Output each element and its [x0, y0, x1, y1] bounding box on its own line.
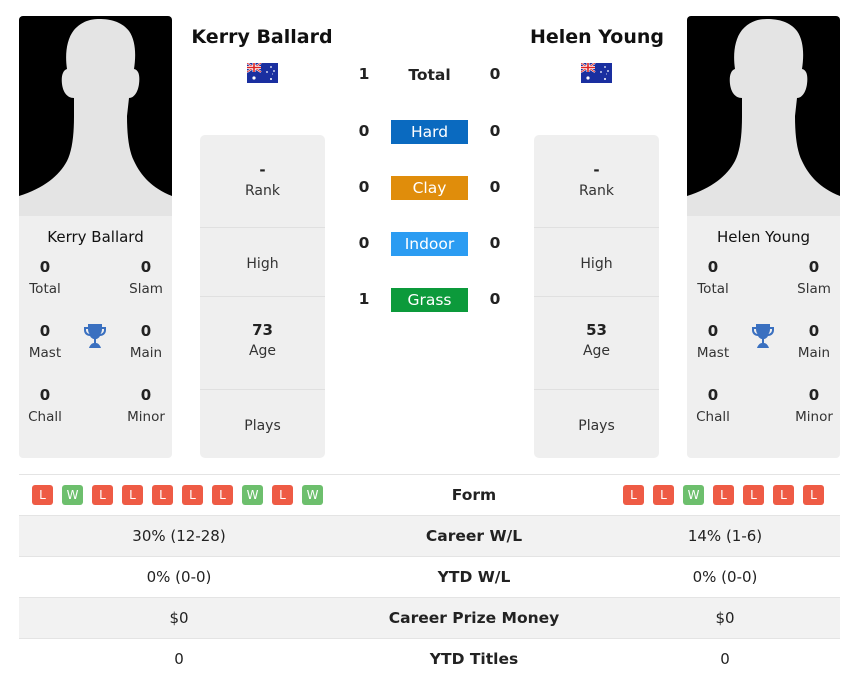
titles-minor: 0 Minor: [127, 386, 165, 425]
h2h-p2-value: 0: [489, 178, 501, 196]
high-row: High: [200, 228, 325, 297]
australia-flag-icon: [247, 63, 278, 83]
form-loss-badge[interactable]: L: [32, 485, 53, 505]
career-wl-row: 30% (12-28) Career W/L 14% (1-6): [19, 515, 840, 556]
plays-row: Plays: [244, 418, 281, 434]
player2-photo: [687, 16, 840, 216]
age-row: 73 Age: [200, 297, 325, 390]
player2-info-panel: - Rank High 53 Age Plays: [534, 135, 659, 458]
form-loss-badge[interactable]: L: [212, 485, 233, 505]
australia-flag-icon: [581, 63, 612, 83]
h2h-p1-value: 0: [358, 122, 370, 140]
high-row: High: [534, 228, 659, 297]
form-loss-badge[interactable]: L: [803, 485, 824, 505]
trophy-icon: [752, 324, 774, 348]
rank-row: - Rank: [534, 135, 659, 228]
titles-main: 0 Main: [129, 322, 163, 361]
form-loss-badge[interactable]: L: [743, 485, 764, 505]
form-loss-badge[interactable]: L: [773, 485, 794, 505]
form-loss-badge[interactable]: L: [92, 485, 113, 505]
form-row: LWLLLLLWLW Form LLWLLLL: [19, 474, 840, 515]
titles-minor: 0 Minor: [795, 386, 833, 425]
player2-name-heading[interactable]: Helen Young: [502, 26, 692, 48]
h2h-indoor-row: 0 Indoor 0: [340, 232, 520, 256]
h2h-p1-value: 1: [358, 65, 370, 83]
player1-info-panel: - Rank High 73 Age Plays: [200, 135, 325, 458]
plays-row: Plays: [578, 418, 615, 434]
form-loss-badge[interactable]: L: [713, 485, 734, 505]
player2-career-wl: 14% (1-6): [687, 527, 763, 545]
trophy-icon: [84, 324, 106, 348]
titles-mast: 0 Mast: [696, 322, 730, 361]
h2h-total-row: 1 Total 0: [340, 63, 520, 87]
surface-badge-hard[interactable]: Hard: [391, 120, 468, 144]
titles-slam: 0 Slam: [797, 258, 831, 297]
h2h-p2-value: 0: [489, 65, 501, 83]
rank-row: - Rank: [200, 135, 325, 228]
form-win-badge[interactable]: W: [62, 485, 83, 505]
age-row: 53 Age: [534, 297, 659, 390]
h2h-p1-value: 1: [358, 290, 370, 308]
player2-form: LLWLLLL: [623, 485, 824, 505]
form-loss-badge[interactable]: L: [122, 485, 143, 505]
player-silhouette-icon: [19, 19, 172, 216]
form-loss-badge[interactable]: L: [653, 485, 674, 505]
h2h-grass-row: 1 Grass 0: [340, 288, 520, 312]
titles-main: 0 Main: [797, 322, 831, 361]
player-silhouette-icon: [687, 19, 840, 216]
player2-card: Helen Young 0 Total 0 Slam 0 Mast 0 Main…: [687, 16, 840, 458]
form-win-badge[interactable]: W: [302, 485, 323, 505]
h2h-p2-value: 0: [489, 290, 501, 308]
form-win-badge[interactable]: W: [683, 485, 704, 505]
h2h-clay-row: 0 Clay 0: [340, 176, 520, 200]
form-loss-badge[interactable]: L: [152, 485, 173, 505]
player2-card-name[interactable]: Helen Young: [687, 228, 840, 250]
player1-card-name[interactable]: Kerry Ballard: [19, 228, 172, 250]
form-loss-badge[interactable]: L: [623, 485, 644, 505]
h2h-p2-value: 0: [489, 234, 501, 252]
h2h-p2-value: 0: [489, 122, 501, 140]
h2h-p1-value: 0: [358, 234, 370, 252]
titles-chall: 0 Chall: [696, 386, 730, 425]
career-prize-row: $0 Career Prize Money $0: [19, 597, 840, 638]
surface-badge-indoor[interactable]: Indoor: [391, 232, 468, 256]
h2h-hard-row: 0 Hard 0: [340, 120, 520, 144]
ytd-wl-row: 0% (0-0) YTD W/L 0% (0-0): [19, 556, 840, 597]
titles-chall: 0 Chall: [28, 386, 62, 425]
player1-career-wl: 30% (12-28): [132, 527, 226, 545]
form-label: Form: [451, 486, 497, 504]
form-loss-badge[interactable]: L: [272, 485, 293, 505]
titles-slam: 0 Slam: [129, 258, 163, 297]
comparison-table: LWLLLLLWLW Form LLWLLLL 30% (12-28) Care…: [19, 474, 840, 679]
form-win-badge[interactable]: W: [242, 485, 263, 505]
player1-photo: [19, 16, 172, 216]
player1-ytd-titles: 0: [174, 650, 184, 668]
form-loss-badge[interactable]: L: [182, 485, 203, 505]
h2h-p1-value: 0: [358, 178, 370, 196]
player2-ytd-titles: 0: [720, 650, 730, 668]
surface-badge-clay[interactable]: Clay: [391, 176, 468, 200]
titles-mast: 0 Mast: [28, 322, 62, 361]
player2-career-prize: $0: [715, 609, 735, 627]
ytd-titles-row: 0 YTD Titles 0: [19, 638, 840, 679]
surface-badge-grass[interactable]: Grass: [391, 288, 468, 312]
player1-form: LWLLLLLWLW: [32, 485, 323, 505]
player1-card: Kerry Ballard 0 Total 0 Slam 0 Mast 0 Ma…: [19, 16, 172, 458]
h2h-label: Total: [408, 66, 451, 84]
player2-ytd-wl: 0% (0-0): [692, 568, 758, 586]
titles-total: 0 Total: [29, 258, 61, 297]
titles-total: 0 Total: [697, 258, 729, 297]
player1-ytd-wl: 0% (0-0): [146, 568, 212, 586]
player1-career-prize: $0: [169, 609, 189, 627]
player1-name-heading[interactable]: Kerry Ballard: [167, 26, 357, 48]
